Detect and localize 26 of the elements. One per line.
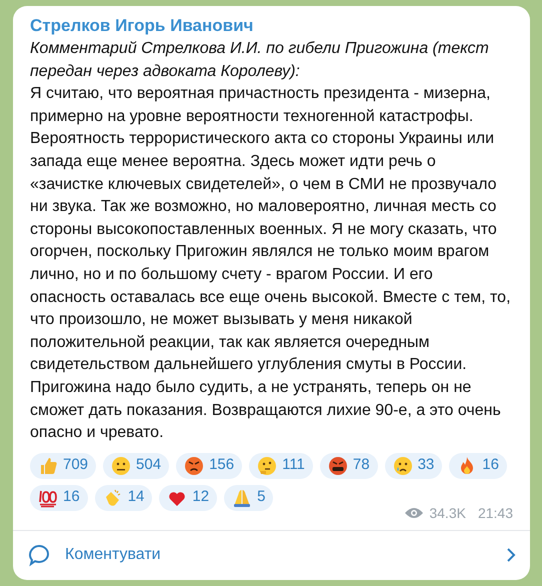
cursing-face-icon — [328, 456, 348, 476]
reaction-chip[interactable]: 16 — [449, 452, 507, 479]
thumbs-up-icon — [38, 456, 58, 476]
neutral-face-icon — [111, 456, 132, 476]
thinking-face-icon — [257, 456, 278, 476]
reaction-chip[interactable]: 5 — [224, 484, 274, 511]
crying-face-icon — [392, 456, 413, 476]
reaction-chip[interactable]: 156 — [176, 452, 242, 479]
reaction-chip[interactable]: 12 — [159, 484, 218, 511]
reaction-chip[interactable]: 78 — [320, 452, 378, 479]
message-intro: Комментарий Стрелкова И.И. по гибели Пригожина (текст передан через адвоката Королеву): — [30, 39, 490, 82]
speech-bubble-icon — [27, 543, 51, 568]
angry-face-icon — [184, 456, 204, 476]
comment-button[interactable]: Коментувати — [13, 530, 530, 580]
reaction-chip[interactable]: 16 — [30, 484, 88, 511]
reaction-chip[interactable]: 504 — [103, 452, 170, 479]
chevron-right-icon — [506, 547, 516, 564]
reaction-chip[interactable]: 33 — [384, 452, 442, 479]
reaction-chip[interactable]: 14 — [94, 484, 152, 511]
message-text: Я считаю, что вероятная причастность президента - мизерна, примерно на уровне вероятности техногенной катастрофы. Вероятность террористического акта со стороны Украины или запада еще менее вероятна. Здесь может идти речь о «зачистке ключевых свидетелей», о чем в СМИ не прозвучало ни звука. Так же возможно, но маловероятно, личная месть со стороны высокопоставленных военных. Я не могу сказать, что огорчен, поскольку Пригожин являлся не только моим врагом лично, но и по большому счету - врагом России. И его опасность оставалась все еще очень высокой. Вместе с тем, то, что произошло, не может вызывать у меня никакой положительной реакции, так как является очередным свидетельством дальнейшего углубления смуты в России. Пригожина надо было судить, а не устранять, теперь он не сможет дать показания. Возвращаются лихие 90-е, а это очень опасно и чревато. — [30, 84, 512, 444]
view-count: 34.3K — [429, 504, 466, 523]
author-name[interactable]: Стрелков Игорь Иванович — [30, 14, 513, 38]
message-time: 21:43 — [478, 504, 513, 523]
reaction-chip[interactable]: 111 — [249, 452, 313, 479]
reaction-chip[interactable]: 709 — [30, 452, 96, 479]
eye-icon — [405, 507, 424, 520]
